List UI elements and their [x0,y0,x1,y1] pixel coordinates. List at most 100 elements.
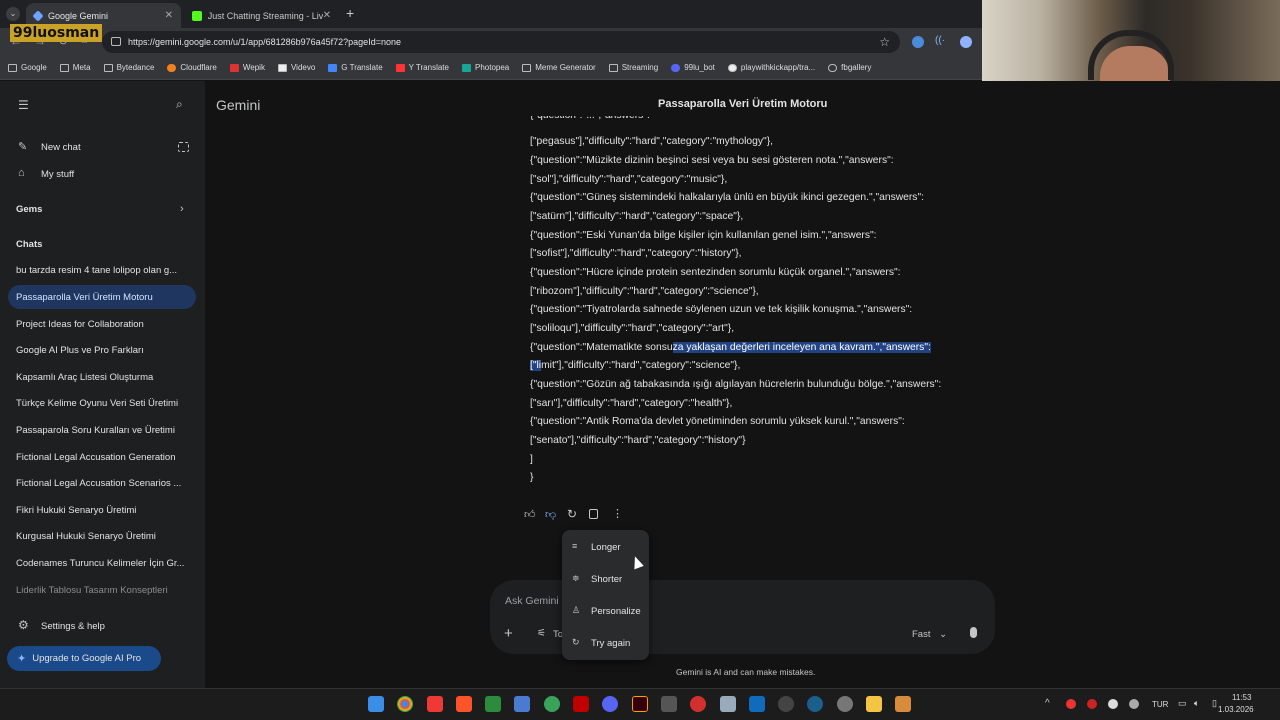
my-stuff-icon[interactable]: ⌂ [18,167,25,179]
thumbs-down-icon[interactable]: 👎︎ [545,508,556,521]
filezilla-icon[interactable] [573,696,589,712]
bookmark-item[interactable]: Bytedance [103,63,154,72]
search-icon[interactable]: ⌕ [176,97,183,112]
volume-icon[interactable]: 🔈︎ [1194,698,1199,709]
extension-icon[interactable]: ((· [935,35,945,46]
bookmark-item[interactable]: playwithkickapp/tra... [727,63,815,72]
menu-item-shorter[interactable]: ≑ Shorter [562,565,649,593]
chat-item[interactable]: Fictional Legal Accusation Generation [16,452,191,463]
my-stuff-button[interactable]: My stuff [41,169,216,180]
code-line: ["soliloqu"],"difficulty":"hard","catego… [530,323,735,334]
menu-icon[interactable]: ☰ [18,98,29,112]
language-indicator[interactable]: TUR [1152,700,1168,709]
microphone-icon[interactable] [970,627,977,638]
tab-label: Google Gemini [48,10,109,21]
clock-time[interactable]: 11:53 [1232,693,1251,702]
selected-text: ["li [530,360,542,371]
chat-item[interactable]: Kapsamlı Araç Listesi Oluşturma [16,372,191,383]
temporary-chat-icon[interactable] [178,142,189,152]
bookmark-item[interactable]: 99lu_bot [671,63,715,72]
chat-item[interactable]: Fictional Legal Accusation Scenarios ... [16,478,191,489]
tools-icon[interactable]: ⚟ [537,628,546,639]
tray-chevron-icon[interactable]: ^ [1045,698,1050,709]
bookmark-item[interactable]: Wepik [229,63,265,72]
tray-icon[interactable] [1066,699,1076,709]
tray-icon[interactable] [1129,699,1139,709]
chat-item[interactable]: Türkçe Kelime Oyunu Veri Seti Üretimi [16,398,191,409]
steam-icon[interactable] [807,696,823,712]
discord-icon[interactable] [602,696,618,712]
prompt-input[interactable]: Ask Gemini [505,595,559,607]
regenerate-icon[interactable]: ↻ [567,507,577,521]
address-bar[interactable]: https://gemini.google.com/u/1/app/681286… [102,31,900,53]
brave-icon[interactable] [456,696,472,712]
new-tab-icon[interactable]: + [346,5,354,21]
chat-item-active[interactable]: Passaparolla Veri Üretim Motoru [8,285,196,309]
chat-item[interactable]: Project Ideas for Collaboration [16,319,191,330]
chat-item[interactable]: Fikri Hukuki Senaryo Üretimi [16,505,191,516]
chat-item[interactable]: Kurgusal Hukuki Senaryo Üretimi [16,531,191,542]
bookmark-item[interactable]: Y Translate [395,63,449,72]
copy-icon[interactable] [589,509,598,519]
network-icon[interactable]: ▭ [1178,698,1187,709]
menu-item-try-again[interactable]: ↻ Try again [562,629,649,657]
clock-date[interactable]: 1.03.2026 [1218,705,1254,714]
chat-item[interactable]: bu tarzda resim 4 tane lolipop olan g... [16,265,191,276]
code-line-selected: {"question":"Matematikte sonsuza yaklaşa… [530,342,931,353]
bookmark-item[interactable]: Streaming [608,63,658,72]
bookmark-item[interactable]: G Translate [328,63,383,72]
bookmark-item[interactable]: fbgallery [828,63,871,72]
folder-icon[interactable] [866,696,882,712]
tab-list-chevron-icon[interactable]: ⌄ [6,7,20,21]
chat-item[interactable]: Liderlik Tablosu Tasarım Konseptleri [16,585,191,596]
bookmark-item[interactable]: Google [8,63,47,72]
more-options-icon[interactable]: ⋮ [612,507,623,520]
chat-item[interactable]: Google AI Plus ve Pro Farkları [16,345,191,356]
upgrade-button[interactable]: ✦ Upgrade to Google AI Pro [7,646,161,671]
app-icon[interactable] [661,696,677,712]
new-chat-icon[interactable]: ✎ [18,140,27,153]
bookmark-item[interactable]: Videvo [277,63,315,72]
app-icon[interactable] [544,696,560,712]
profile-avatar[interactable] [960,36,972,48]
extension-icon[interactable] [912,36,924,48]
gems-section[interactable]: Gems [16,204,191,215]
chat-item[interactable]: Passaparola Soru Kuralları ve Üretimi [16,425,191,436]
record-icon[interactable] [690,696,706,712]
bookmark-item[interactable]: Meme Generator [522,63,596,72]
illustrator-icon[interactable] [632,696,648,712]
modify-response-menu: ≡ Longer ≑ Shorter ♙ Personalize ↻ Try again [562,530,649,660]
app-icon[interactable] [895,696,911,712]
battery-icon[interactable]: ▯ [1212,698,1217,709]
thumbs-up-icon[interactable]: 👍︎ [524,508,536,521]
add-icon[interactable]: + [504,625,513,642]
chrome-icon[interactable] [397,696,413,712]
app-icon[interactable] [837,696,853,712]
bookmark-item[interactable]: Cloudflare [167,63,217,72]
chevron-right-icon[interactable]: › [180,203,184,215]
settings-icon[interactable]: ⚙ [18,618,29,632]
site-info-icon[interactable] [111,37,121,46]
app-icon[interactable] [514,696,530,712]
bookmark-item[interactable]: Photopea [461,63,509,72]
menu-item-personalize[interactable]: ♙ Personalize [562,597,649,625]
bookmark-item[interactable]: Meta [59,63,91,72]
tray-icon[interactable] [1087,699,1097,709]
close-tab-icon[interactable]: ✕ [323,10,331,21]
mode-selector[interactable]: Fast ⌄ [912,629,947,640]
outlook-icon[interactable] [749,696,765,712]
tab-kick-stream[interactable]: Just Chatting Streaming - Live ✕ [184,3,339,28]
terminal-icon[interactable] [485,696,501,712]
settings-help-button[interactable]: Settings & help [41,621,216,632]
new-chat-button[interactable]: New chat [41,142,216,153]
tray-icon[interactable] [1108,699,1118,709]
windows-start-icon[interactable] [368,696,384,712]
explorer-icon[interactable] [720,696,736,712]
close-tab-icon[interactable]: ✕ [165,10,173,21]
vivaldi-icon[interactable] [427,696,443,712]
yandex-translate-icon [395,63,405,72]
chat-item[interactable]: Codenames Turuncu Kelimeler İçin Gr... [16,558,191,569]
bookmark-star-icon[interactable]: ☆ [879,35,890,49]
obs-icon[interactable] [778,696,794,712]
code-line: ["sofist"],"difficulty":"hard","category… [530,248,742,259]
